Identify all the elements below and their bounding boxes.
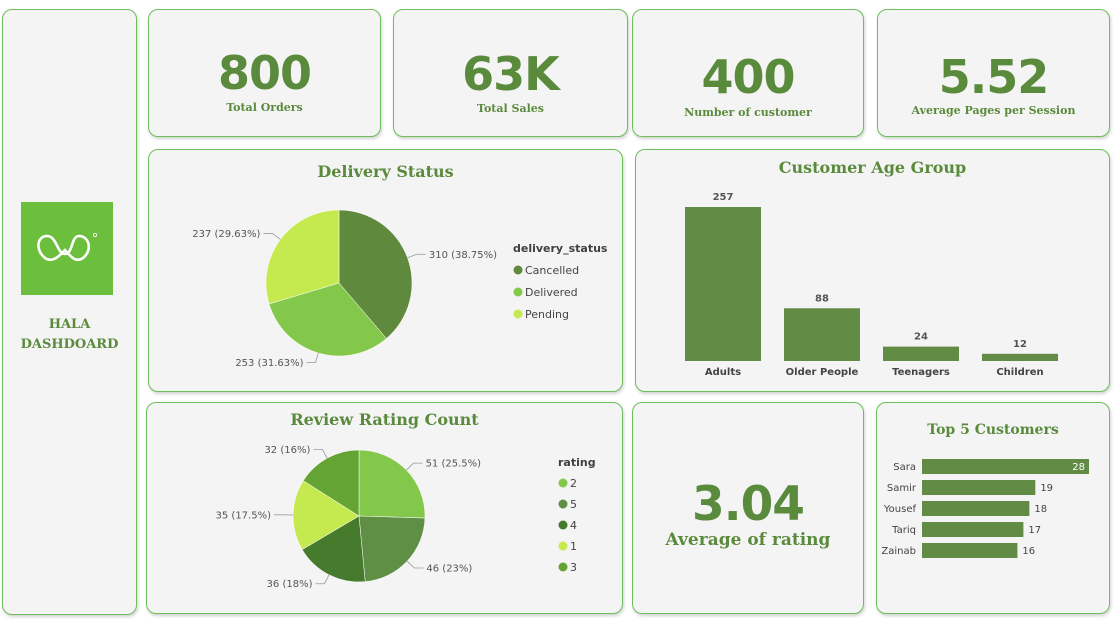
- legend-title: delivery_status: [513, 242, 608, 255]
- legend-item-label[interactable]: Delivered: [525, 286, 578, 299]
- brand-logo: [21, 202, 113, 295]
- pie-data-label: 51 (25.5%): [426, 459, 482, 470]
- bar-data-label: 19: [1040, 483, 1053, 494]
- bar-data-label: 18: [1034, 504, 1047, 515]
- pie-leader-line: [306, 352, 319, 364]
- legend-item-label[interactable]: 1: [570, 540, 577, 553]
- bar-data-label: 24: [914, 332, 928, 343]
- pie-data-label: 46 (23%): [426, 564, 472, 575]
- rating-value: 3.04: [692, 477, 805, 532]
- customer-bar-sara[interactable]: [922, 459, 1089, 474]
- kpi-label: Number of customer: [684, 106, 812, 119]
- legend-item-label[interactable]: 2: [570, 477, 577, 490]
- legend-item-label[interactable]: 5: [570, 498, 577, 511]
- kpi-label: Average Pages per Session: [911, 104, 1076, 117]
- category-label: Children: [996, 367, 1043, 378]
- legend-item-label[interactable]: 3: [570, 561, 577, 574]
- pie-leader-line: [313, 449, 328, 459]
- category-label: Teenagers: [892, 367, 950, 378]
- pie-data-label: 310 (38.75%): [429, 250, 497, 261]
- kpi-total-orders: 800 Total Orders: [148, 9, 381, 137]
- kpi-value: 63K: [462, 47, 560, 101]
- kpi-label: Total Orders: [226, 101, 303, 114]
- bar-data-label: 12: [1013, 339, 1027, 350]
- dashboard-title-line2: DASHDOARD: [20, 337, 119, 352]
- customer-age-group-card: Customer Age Group 257 Adults 88 Older Peop…: [635, 149, 1110, 392]
- kpi-value: 5.52: [938, 50, 1050, 104]
- pie-data-label: 36 (18%): [267, 579, 313, 590]
- pie-data-label: 32 (16%): [264, 445, 310, 456]
- average-rating-card: 3.04 Average of rating: [632, 402, 864, 614]
- bar-data-label: 257: [713, 192, 734, 203]
- pie-leader-line: [263, 233, 281, 240]
- dashboard-title-line1: HALA: [48, 317, 91, 332]
- age-bar-adults[interactable]: [685, 207, 761, 361]
- legend-title: rating: [558, 456, 596, 469]
- legend-marker[interactable]: [513, 265, 523, 275]
- legend-marker[interactable]: [558, 520, 568, 530]
- pie-data-label: 237 (29.63%): [192, 229, 260, 240]
- customer-age-group-bar-chart: 257 Adults 88 Older People 24 Teenagers 12 Chil…: [685, 192, 1058, 378]
- customer-name-label: Sara: [893, 462, 916, 473]
- dashboard-title: HALA DASHDOARD: [3, 315, 136, 355]
- top-customers-card: Top 5 Customers Sara 28 Samir 19 Yousef 18 Tar…: [876, 402, 1110, 614]
- legend-item-label[interactable]: Pending: [525, 308, 569, 321]
- age-bar-children[interactable]: [982, 353, 1058, 361]
- kpi-avg-pages-per-session: 5.52 Average Pages per Session: [877, 9, 1110, 137]
- kpi-number-of-customer: 400 Number of customer: [632, 9, 864, 137]
- bar-data-label: 16: [1022, 546, 1035, 557]
- top-customers-bar-chart: Sara 28 Samir 19 Yousef 18 Tariq 17 Zainab 16: [881, 459, 1089, 558]
- legend-marker[interactable]: [558, 562, 568, 572]
- legend-item-label[interactable]: Cancelled: [525, 264, 579, 277]
- pie-data-label: 35 (17.5%): [216, 510, 272, 521]
- rating-label: Average of rating: [665, 530, 831, 550]
- pie-leader-line: [406, 462, 423, 471]
- pie-leader-line: [315, 574, 330, 585]
- pie-data-label: 253 (31.63%): [235, 358, 303, 369]
- legend-item-label[interactable]: 4: [570, 519, 577, 532]
- customer-name-label: Samir: [887, 483, 917, 494]
- legend-marker[interactable]: [513, 309, 523, 319]
- legend-marker[interactable]: [558, 478, 568, 488]
- legend-marker[interactable]: [558, 541, 568, 551]
- customer-bar-samir[interactable]: [922, 480, 1036, 495]
- pie-slice-5[interactable]: [358, 515, 426, 582]
- customer-name-label: Yousef: [883, 504, 917, 515]
- kpi-total-sales: 63K Total Sales: [393, 9, 628, 137]
- legend-marker[interactable]: [558, 499, 568, 509]
- review-rating-pie-chart: 51 (25.5%) 46 (23%) 36 (18%) 35 (17.5%) 32 (…: [216, 445, 596, 590]
- legend-marker[interactable]: [513, 287, 523, 297]
- category-label: Older People: [786, 367, 859, 378]
- age-bar-older-people[interactable]: [784, 308, 860, 361]
- sidebar: HALA DASHDOARD: [2, 9, 137, 615]
- bar-data-label: 88: [815, 293, 829, 304]
- kpi-label: Total Sales: [477, 102, 544, 115]
- pie-leader-line: [406, 560, 424, 569]
- kpi-value: 800: [217, 46, 312, 100]
- pie-slice-2[interactable]: [358, 449, 426, 519]
- logo-swirl-icon: [37, 232, 98, 262]
- delivery-status-card: Delivery Status 310 (38.75%) 253 (31.63%)…: [148, 149, 623, 392]
- customer-bar-zainab[interactable]: [922, 543, 1018, 558]
- kpi-value: 400: [701, 50, 795, 104]
- age-bar-teenagers[interactable]: [883, 346, 959, 361]
- customer-bar-tariq[interactable]: [922, 522, 1024, 537]
- pie-leader-line: [407, 253, 426, 259]
- bar-data-label: 17: [1028, 525, 1041, 536]
- delivery-status-pie-chart: 310 (38.75%) 253 (31.63%) 237 (29.63%) deli…: [192, 209, 608, 369]
- review-rating-card: Review Rating Count 51 (25.5%) 46 (23%) 36…: [146, 402, 623, 614]
- customer-name-label: Zainab: [881, 546, 916, 557]
- customer-name-label: Tariq: [891, 525, 916, 536]
- category-label: Adults: [705, 367, 741, 378]
- bar-data-label: 28: [1072, 462, 1085, 473]
- customer-bar-yousef[interactable]: [922, 501, 1030, 516]
